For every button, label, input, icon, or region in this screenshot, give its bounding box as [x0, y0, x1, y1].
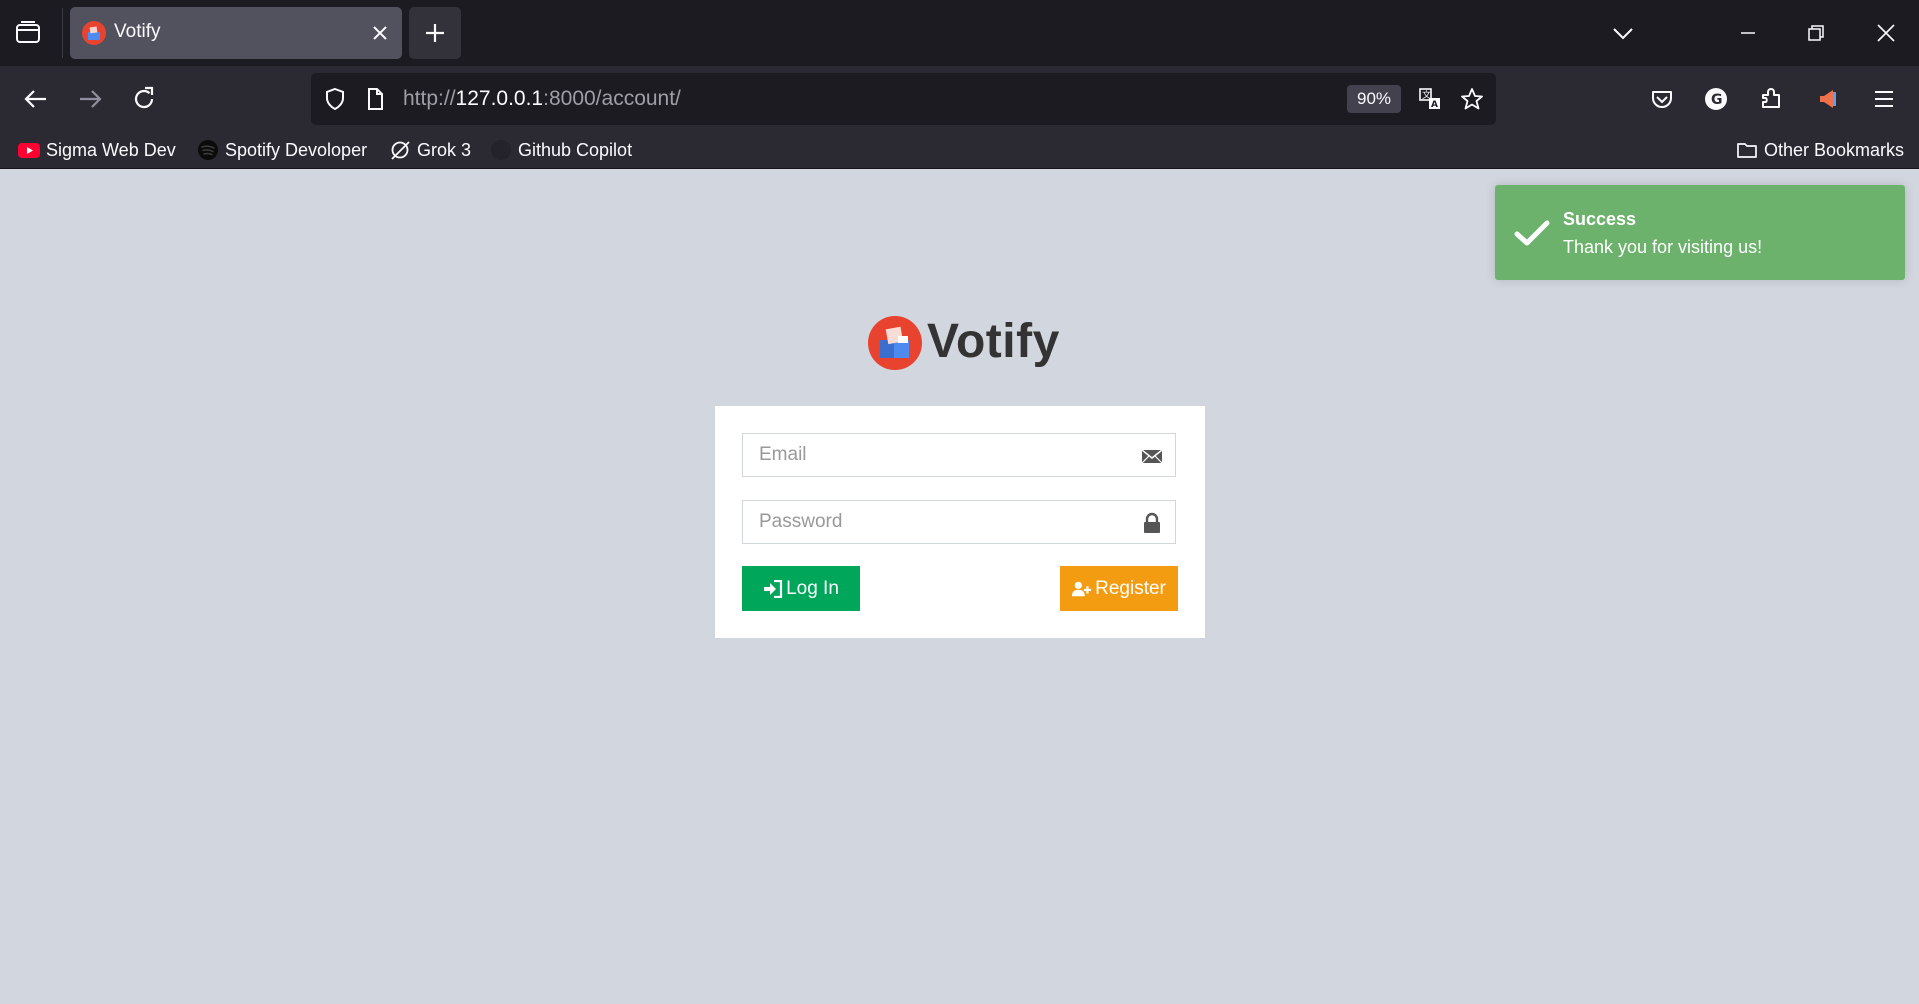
register-button[interactable]: Register [1060, 566, 1178, 611]
zoom-level-button[interactable]: 90% [1347, 85, 1401, 113]
bookmark-github-copilot[interactable]: Github Copilot [490, 137, 632, 163]
arrow-right-icon [80, 90, 102, 108]
restore-button[interactable] [1800, 17, 1832, 49]
lock-icon [1144, 512, 1160, 533]
reload-button[interactable] [128, 83, 160, 115]
tab-title: Votify [114, 21, 161, 42]
hamburger-menu-icon[interactable] [1868, 83, 1900, 115]
close-icon [1877, 24, 1895, 42]
user-plus-icon [1072, 581, 1092, 596]
bookmark-grok-3[interactable]: Grok 3 [389, 137, 471, 163]
github-icon [491, 140, 511, 160]
login-button[interactable]: Log In [742, 566, 860, 611]
toast-title: Success [1563, 209, 1637, 229]
close-icon [373, 26, 387, 40]
bookmark-label: Spotify Devoloper [225, 139, 368, 160]
bookmarks-toolbar: Sigma Web Dev Spotify Devoloper Grok 3 G… [0, 132, 1919, 169]
bookmark-star-icon[interactable] [1460, 87, 1484, 111]
forward-button[interactable] [74, 83, 106, 115]
firefox-view-button[interactable] [12, 17, 48, 49]
close-tab-button[interactable] [368, 21, 392, 45]
email-field [742, 433, 1176, 477]
chevron-down-icon [1613, 28, 1633, 40]
svg-text:A: A [1431, 100, 1438, 110]
bookmark-spotify-developer[interactable]: Spotify Devoloper [197, 137, 367, 163]
page-info-icon[interactable] [363, 87, 387, 111]
navigation-toolbar: http://127.0.0.1:8000/account/ 90% 文 A G [0, 66, 1919, 132]
login-label: Log In [786, 577, 839, 599]
pocket-icon[interactable] [1646, 83, 1678, 115]
bookmark-label: Grok 3 [417, 139, 472, 160]
url-text[interactable]: http://127.0.0.1:8000/account/ [403, 87, 681, 111]
register-label: Register [1095, 577, 1166, 599]
toast-message: Thank you for visiting us! [1563, 237, 1763, 257]
ballot-box-logo-icon [868, 316, 922, 370]
new-tab-button[interactable] [409, 7, 461, 59]
bookmark-label: Sigma Web Dev [46, 139, 176, 160]
password-field [742, 500, 1176, 544]
list-all-tabs-button[interactable] [1607, 17, 1639, 49]
reload-icon [134, 86, 154, 109]
checkmark-icon [1514, 220, 1550, 246]
other-bookmarks-folder[interactable]: Other Bookmarks [1736, 137, 1904, 163]
spotify-icon [198, 140, 218, 160]
success-toast[interactable]: Success Thank you for visiting us! [1495, 185, 1905, 280]
megaphone-extension-icon[interactable] [1811, 83, 1843, 115]
url-host: 127.0.0.1 [455, 87, 544, 110]
plus-icon [426, 24, 444, 42]
extensions-puzzle-icon[interactable] [1755, 83, 1787, 115]
password-input[interactable] [743, 501, 1133, 543]
back-button[interactable] [20, 83, 52, 115]
email-input[interactable] [743, 434, 1133, 476]
firefox-view-icon [16, 21, 40, 43]
restore-icon [1808, 25, 1824, 41]
translate-icon[interactable]: 文 A [1418, 87, 1442, 111]
login-form: Log In Register [715, 406, 1205, 638]
svg-text:G: G [1711, 92, 1723, 108]
shield-icon[interactable] [323, 87, 347, 111]
tab-bar: Votify [0, 0, 1919, 66]
minimize-icon [1741, 32, 1755, 34]
votify-logo: Votify [868, 314, 1060, 372]
url-path: :8000/account/ [543, 87, 681, 110]
logo-text: Votify [927, 315, 1060, 368]
tab-votify[interactable]: Votify [70, 7, 402, 59]
bookmark-label: Github Copilot [518, 139, 633, 160]
youtube-icon [18, 143, 40, 158]
votify-favicon-icon [82, 21, 106, 45]
close-window-button[interactable] [1870, 17, 1902, 49]
sign-in-icon [764, 579, 783, 598]
grammarly-extension-icon[interactable]: G [1700, 83, 1732, 115]
folder-icon [1737, 143, 1757, 158]
arrow-left-icon [24, 90, 46, 108]
other-bookmarks-label: Other Bookmarks [1764, 139, 1905, 160]
envelope-icon [1141, 449, 1163, 464]
url-scheme: http:// [403, 87, 456, 110]
address-bar[interactable]: http://127.0.0.1:8000/account/ 90% 文 A [311, 73, 1496, 125]
minimize-button[interactable] [1732, 17, 1764, 49]
tab-divider [62, 8, 63, 58]
grok-icon [391, 141, 410, 160]
bookmark-sigma-web-dev[interactable]: Sigma Web Dev [18, 137, 176, 163]
